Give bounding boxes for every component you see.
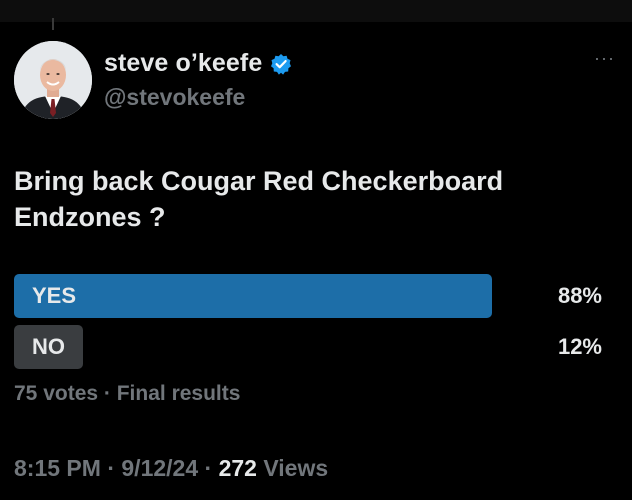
- separator: ·: [98, 382, 117, 405]
- verified-badge-icon[interactable]: [270, 53, 292, 75]
- avatar[interactable]: [14, 41, 92, 119]
- poll-option-no: NO 12%: [14, 325, 618, 369]
- author-handle[interactable]: @stevokeefe: [104, 84, 245, 111]
- tweet-time[interactable]: 8:15 PM: [14, 455, 101, 481]
- views-label: Views: [256, 455, 329, 481]
- top-bar-divider: [52, 18, 54, 30]
- profile-photo: [14, 41, 92, 119]
- poll-vote-count: 75 votes: [14, 382, 99, 405]
- more-options-icon[interactable]: ···: [594, 49, 615, 67]
- views-count: 272: [218, 455, 257, 481]
- author-display-name[interactable]: steve o’keefe: [104, 49, 262, 78]
- poll-option-yes: YES 88%: [14, 274, 618, 318]
- poll-option-percent: 88%: [557, 283, 602, 308]
- tweet-date[interactable]: 9/12/24: [121, 455, 198, 481]
- poll-meta: 75 votes · Final results: [14, 382, 240, 406]
- top-bar: [0, 0, 632, 22]
- tweet-timestamp: 8:15 PM · 9/12/24 · 272 Views: [14, 455, 328, 482]
- poll-status: Final results: [116, 382, 241, 405]
- separator: ·: [198, 455, 219, 481]
- poll-option-label: NO: [32, 334, 65, 359]
- separator: ·: [100, 455, 122, 481]
- tweet-text: Bring back Cougar Red Checkerboard Endzo…: [14, 166, 504, 232]
- author-name-row: steve o’keefe: [104, 49, 292, 78]
- poll-option-percent: 12%: [557, 334, 602, 359]
- poll-option-label: YES: [32, 283, 77, 308]
- poll-bar-yes: [14, 274, 492, 318]
